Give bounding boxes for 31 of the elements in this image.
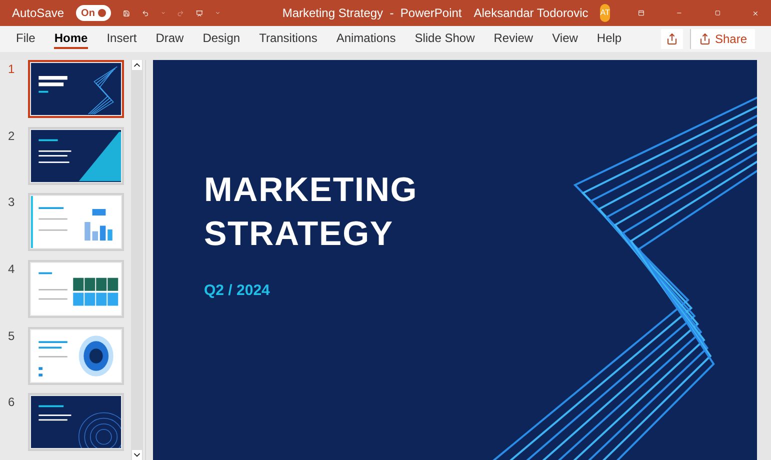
ribbon-tab[interactable]: Insert bbox=[106, 29, 137, 49]
window-title: Marketing Strategy - PowerPoint bbox=[282, 5, 462, 22]
slide-number: 4 bbox=[8, 261, 16, 278]
share-icon bbox=[698, 33, 711, 45]
scroll-down-icon[interactable] bbox=[132, 450, 142, 460]
slide-subtitle: Q2 / 2024 bbox=[204, 281, 271, 301]
scroll-up-icon[interactable] bbox=[132, 60, 142, 70]
slide-thumbnail[interactable] bbox=[28, 60, 124, 118]
slide-number: 2 bbox=[8, 128, 16, 145]
ribbon-tab[interactable]: Transitions bbox=[259, 29, 318, 49]
share-button[interactable]: Share bbox=[690, 29, 755, 49]
ribbon-tab[interactable]: Home bbox=[54, 29, 88, 49]
slide-title: MARKETING bbox=[204, 170, 413, 211]
comments-button[interactable] bbox=[660, 29, 683, 49]
ribbon-tab[interactable]: Review bbox=[494, 29, 534, 49]
slide-number: 5 bbox=[8, 328, 16, 345]
scrollbar[interactable] bbox=[131, 60, 143, 460]
ribbon-tab[interactable]: View bbox=[552, 29, 578, 49]
slide-number: 1 bbox=[8, 61, 16, 78]
ribbon-tab[interactable]: Animations bbox=[336, 29, 396, 49]
ribbon-tab[interactable]: Help bbox=[596, 29, 622, 49]
ribbon-tab[interactable]: Draw bbox=[156, 29, 184, 49]
slide-number: 6 bbox=[8, 394, 16, 412]
ribbon-tab[interactable]: Slide Show bbox=[414, 29, 475, 49]
autosave-label: AutoSave bbox=[12, 5, 64, 22]
ribbon-tab[interactable]: File bbox=[16, 29, 36, 49]
autosave-toggle[interactable]: On bbox=[76, 5, 111, 21]
slide-number: 3 bbox=[8, 194, 16, 212]
slide-title: STRATEGY bbox=[204, 214, 394, 255]
user-name: Aleksandar Todorovic bbox=[474, 5, 588, 22]
ribbon-tab[interactable]: Design bbox=[202, 29, 240, 49]
